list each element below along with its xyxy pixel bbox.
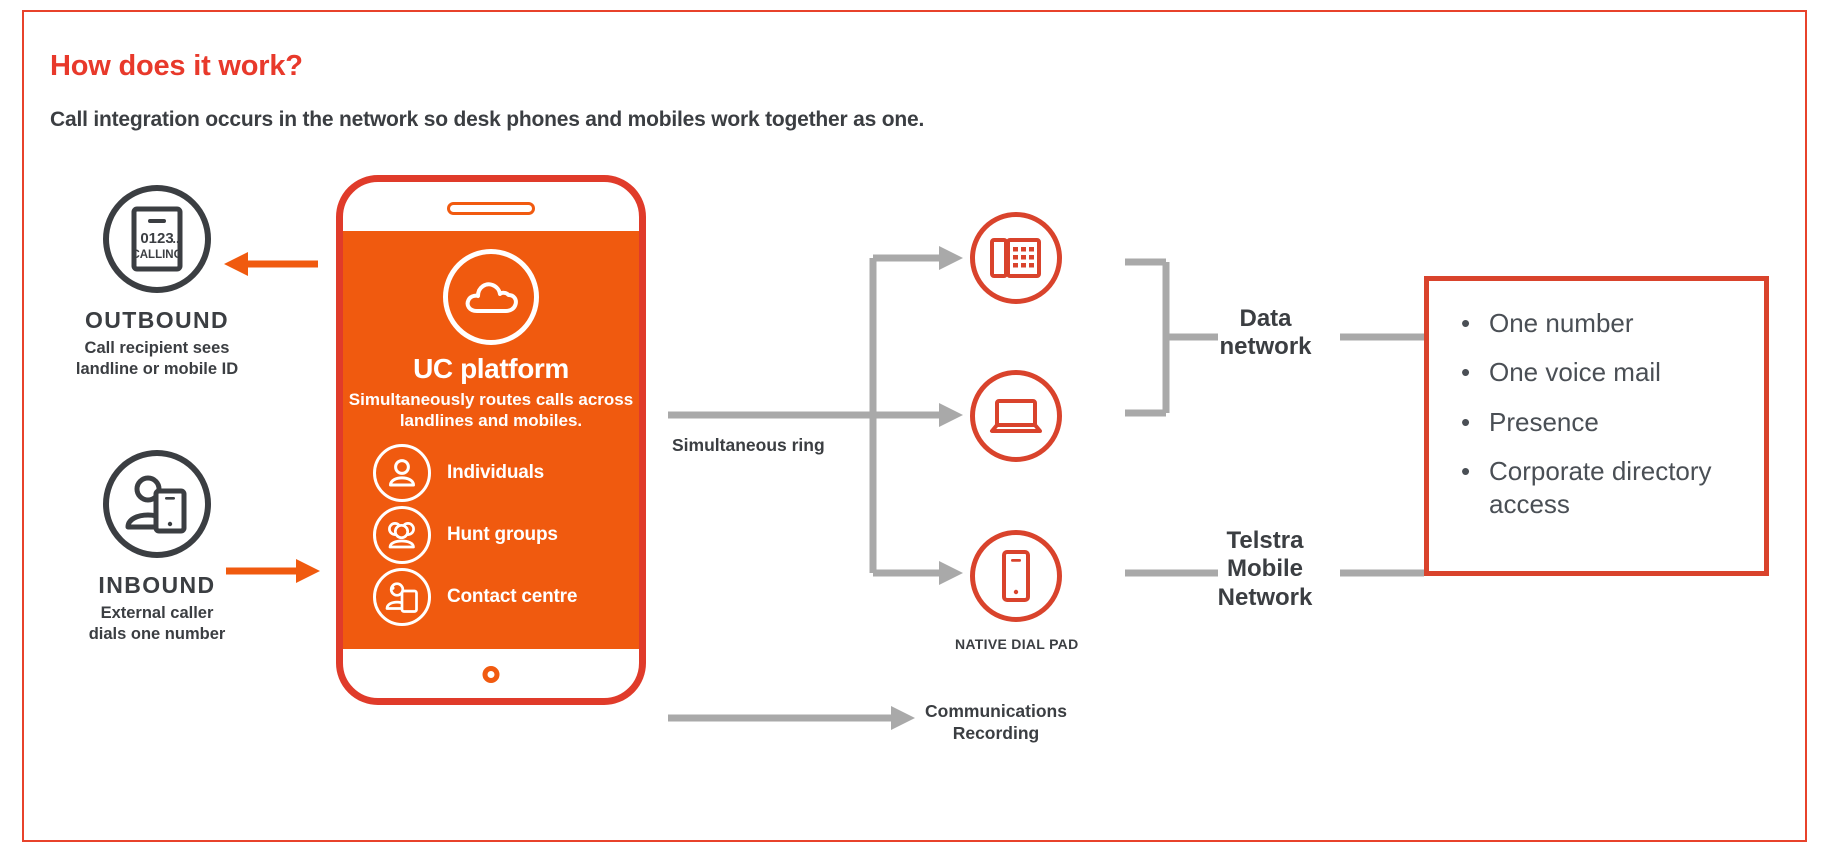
phone-screen: UC platform Simultaneously routes calls … — [343, 231, 639, 649]
cloud-icon-circle — [443, 249, 539, 345]
benefit-item: • Corporate directory access — [1461, 455, 1746, 522]
page-subtitle: Call integration occurs in the network s… — [50, 108, 925, 131]
data-network-label: Data network — [1203, 305, 1328, 362]
uc-platform-description: Simultaneously routes calls across landl… — [348, 390, 634, 431]
svg-text:..: .. — [172, 231, 179, 246]
cloud-icon — [465, 282, 518, 313]
group-people-icon — [388, 521, 415, 549]
benefit-item: • One number — [1461, 307, 1746, 340]
phone-speaker — [447, 202, 535, 215]
benefit-item: • Presence — [1461, 406, 1746, 439]
inbound-icon-circle — [103, 450, 211, 558]
uc-feature-contact-centre: Contact centre — [373, 567, 639, 626]
uc-feature-label-individuals: Individuals — [447, 461, 545, 483]
outbound-block: 0123 .. CALLING OUTBOUND Call recipient … — [7, 185, 307, 380]
bullet-icon: • — [1461, 455, 1471, 486]
outbound-description-line1: Call recipient sees — [84, 339, 230, 357]
inbound-arrow-right — [226, 559, 320, 583]
benefit-text: Presence — [1489, 406, 1599, 437]
bullet-icon: • — [1461, 357, 1471, 388]
mobile-phone-icon — [1002, 550, 1030, 602]
outbound-description: Call recipient sees landline or mobile I… — [7, 338, 307, 380]
uc-platform-title: UC platform — [413, 353, 569, 384]
mobile-network-line1: Telstra — [1226, 527, 1304, 554]
phone-calling-icon: 0123 .. CALLING — [131, 206, 183, 272]
laptop-icon — [990, 399, 1042, 433]
benefit-text: One number — [1489, 308, 1634, 338]
bullet-icon: • — [1461, 406, 1471, 437]
mobile-network-line3: Network — [1217, 583, 1313, 611]
benefit-item: • One voice mail — [1461, 356, 1746, 389]
data-network-line2: network — [1219, 333, 1312, 361]
desk-phone-icon — [990, 238, 1041, 278]
desk-phone-circle — [970, 212, 1062, 304]
inbound-block: INBOUND External caller dials one number — [7, 450, 307, 645]
uc-feature-individuals: Individuals — [373, 443, 639, 502]
outbound-title: OUTBOUND — [84, 307, 230, 333]
outbound-arrow-left — [224, 252, 318, 276]
svg-text:CALLING: CALLING — [131, 249, 182, 261]
benefit-text: Corporate directory access — [1489, 455, 1712, 520]
page-title: How does it work? — [50, 50, 303, 82]
uc-feature-label-hunt-groups: Hunt groups — [447, 523, 558, 545]
benefit-text: One voice mail — [1489, 357, 1661, 388]
outbound-icon-circle: 0123 .. CALLING — [103, 185, 211, 293]
inbound-description: External caller dials one number — [7, 603, 307, 645]
svg-text:0123: 0123 — [140, 230, 173, 247]
uc-feature-list: Individuals Hunt groups Contact centre — [343, 443, 639, 626]
mobile-phone-circle — [970, 530, 1062, 622]
communications-recording-label: Communications Recording — [925, 700, 1067, 744]
inbound-description-line1: External caller — [100, 604, 214, 622]
uc-feature-hunt-groups: Hunt groups — [373, 505, 639, 564]
headset-agent-icon — [385, 582, 418, 613]
mobile-network-line2: Mobile — [1227, 555, 1303, 583]
person-with-mobile-icon — [125, 475, 187, 534]
uc-feature-label-contact-centre: Contact centre — [447, 585, 578, 607]
single-person-icon — [389, 458, 415, 487]
bullet-icon: • — [1461, 308, 1471, 338]
laptop-circle — [970, 370, 1062, 462]
telstra-mobile-network-label: Telstra Mobile Network — [1200, 527, 1330, 612]
single-person-icon-circle — [373, 443, 431, 502]
benefits-box: • One number • One voice mail • Presence… — [1424, 276, 1769, 576]
phone-home-button[interactable] — [482, 666, 500, 683]
communications-recording-line1: Communications — [925, 701, 1067, 721]
simultaneous-ring-label: Simultaneous ring — [672, 435, 825, 455]
data-network-line1: Data — [1239, 305, 1292, 332]
headset-agent-icon-circle — [373, 567, 431, 626]
native-dial-pad-caption: NATIVE DIAL PAD — [955, 636, 1079, 652]
diagram-canvas: How does it work? Call integration occur… — [0, 0, 1821, 855]
communications-recording-line2: Recording — [952, 723, 1040, 744]
inbound-description-line2: dials one number — [88, 625, 226, 644]
group-people-icon-circle — [373, 505, 431, 564]
uc-platform-phone: UC platform Simultaneously routes calls … — [336, 175, 646, 705]
outbound-description-line2: landline or mobile ID — [75, 360, 239, 379]
